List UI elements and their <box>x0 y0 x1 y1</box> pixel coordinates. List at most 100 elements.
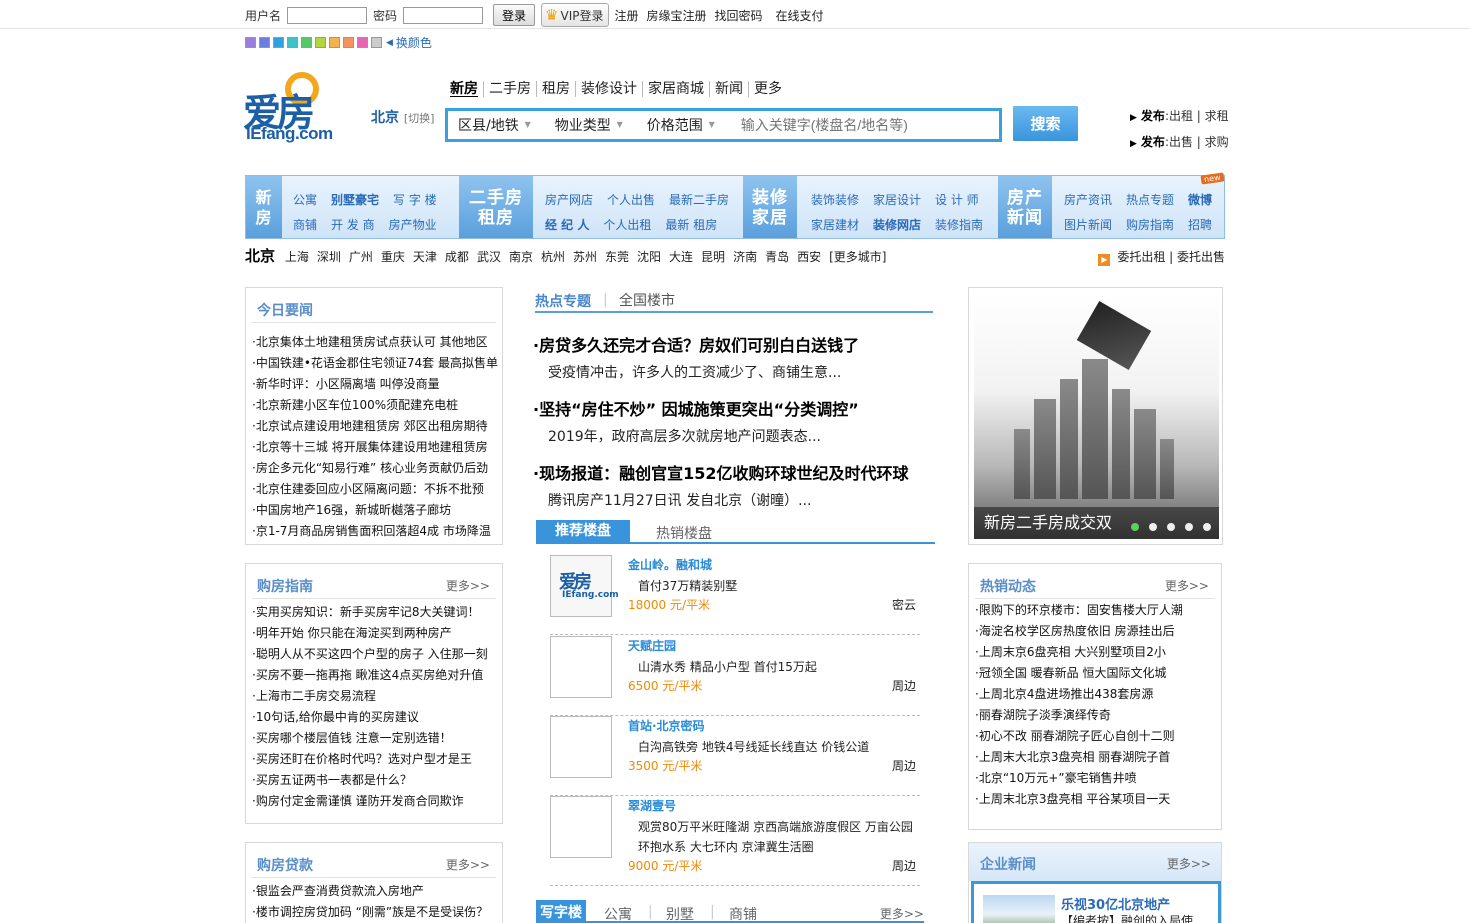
more-link[interactable]: 更多>> <box>1167 855 1211 872</box>
more-link[interactable]: 更多>> <box>880 905 924 922</box>
property-name[interactable]: 天赋庄园 <box>628 637 676 654</box>
headline-title[interactable]: ·房贷多久还完才合适？房奴们可别白白送钱了 <box>533 332 859 356</box>
channel-link[interactable]: 经 纪 人 <box>545 218 589 232</box>
city-selector[interactable]: 北京 [切换] <box>371 107 434 127</box>
list-item[interactable]: ·买房五证两书一表都是什么？ <box>252 770 488 791</box>
city-link[interactable]: 深圳 <box>317 250 341 264</box>
list-item[interactable]: ·冠领全国 暖春新品 恒大国际文化城 <box>975 663 1183 684</box>
channel-link[interactable]: 家居建材 <box>811 218 859 232</box>
channel-new-house[interactable]: 新房 <box>246 176 282 238</box>
nav-home-mall[interactable]: 家居商城 <box>643 81 710 97</box>
slider-dot[interactable] <box>1149 523 1157 531</box>
list-item[interactable]: ·楼市调控房贷加码 “刚需”族是不是受误伤？ <box>252 902 488 923</box>
channel-link[interactable]: 开 发 商 <box>331 218 375 232</box>
property-item[interactable]: 爱房 IEfang.com 金山岭。融和城 首付37万精装别墅 18000 元/… <box>550 555 920 635</box>
city-link[interactable]: 南京 <box>509 250 533 264</box>
list-item[interactable]: ·北京等十三城 将开展集体建设用地建租赁房 <box>252 437 498 458</box>
swatch[interactable] <box>301 37 312 48</box>
property-item[interactable]: 首站·北京密码 白沟高铁旁 地铁4号线延长线直达 价钱公道 3500 元/平米 … <box>550 716 920 796</box>
city-link[interactable]: 青岛 <box>765 250 789 264</box>
fangyuanbao-register-link[interactable]: 房缘宝注册 <box>647 7 707 24</box>
city-link[interactable]: 沈阳 <box>637 250 661 264</box>
channel-link[interactable]: 房产网店 <box>545 193 593 207</box>
channel-link[interactable]: 家居设计 <box>873 193 921 207</box>
property-item[interactable]: 天赋庄园 山清水秀 精品小户型 首付15万起 6500 元/平米 周边 <box>550 636 920 716</box>
property-type-dropdown[interactable]: 物业类型 ▼ <box>555 115 623 135</box>
channel-link[interactable]: 装修指南 <box>935 218 983 232</box>
channel-link[interactable]: 个人出售 <box>607 193 655 207</box>
city-link[interactable]: 重庆 <box>381 250 405 264</box>
channel-news[interactable]: 房产新闻 <box>998 176 1052 238</box>
channel-link[interactable]: 个人出租 <box>603 218 651 232</box>
news-thumbnail[interactable] <box>983 895 1055 923</box>
list-item[interactable]: ·上周末大北京3盘亮相 丽春湖院子首 <box>975 747 1183 768</box>
register-link[interactable]: 注册 <box>615 7 639 24</box>
headline-title[interactable]: ·现场报道：融创官宣152亿收购环球世纪及时代环球 <box>533 460 908 484</box>
vip-login-button[interactable]: ♛ VIP登录 <box>541 3 609 27</box>
channel-link[interactable]: 装修网店 <box>873 218 921 232</box>
more-link[interactable]: 更多>> <box>446 577 490 594</box>
channel-link[interactable]: 商铺 <box>293 218 317 232</box>
swatch[interactable] <box>273 37 284 48</box>
online-payment-link[interactable]: 在线支付 <box>776 7 824 24</box>
nav-new-house[interactable]: 新房 <box>450 81 484 97</box>
list-item[interactable]: ·北京试点建设用地建租赁房 郊区出租房期待 <box>252 416 498 437</box>
list-item[interactable]: ·聪明人从不买这四个户型的房子 入住那一刻 <box>252 644 488 665</box>
slider-dot[interactable] <box>1131 523 1139 531</box>
city-link[interactable]: 苏州 <box>573 250 597 264</box>
list-item[interactable]: ·银监会严查消费贷款流入房地产 <box>252 881 488 902</box>
channel-link[interactable]: 微博 <box>1188 193 1212 207</box>
list-item[interactable]: ·中国铁建•花语金郡住宅领证74套 最高拟售单 <box>252 353 498 374</box>
list-item[interactable]: ·10句话,给你最中肯的买房建议 <box>252 707 488 728</box>
headline-item[interactable]: ·坚持“房住不炒” 因城施策更突出“分类调控” 2019年，政府高层多次就房地产… <box>533 396 859 446</box>
list-item[interactable]: ·北京新建小区车位100%须配建充电桩 <box>252 395 498 416</box>
city-link[interactable]: 武汉 <box>477 250 501 264</box>
channel-link[interactable]: 图片新闻 <box>1064 218 1112 232</box>
recover-password-link[interactable]: 找回密码 <box>715 7 763 24</box>
channel-link[interactable]: 别墅豪宅 <box>331 193 379 207</box>
publish-sell-row[interactable]: ▶ 发布:出售 | 求购 <box>1130 130 1229 156</box>
headline-title[interactable]: ·坚持“房住不炒” 因城施策更突出“分类调控” <box>533 396 859 420</box>
tab-villa[interactable]: 别墅 <box>666 904 694 923</box>
tab-national-market[interactable]: 全国楼市 <box>619 290 675 310</box>
more-link[interactable]: 更多>> <box>1165 577 1209 594</box>
slider-dot[interactable] <box>1167 523 1175 531</box>
nav-second-hand[interactable]: 二手房 <box>484 81 537 97</box>
login-button[interactable]: 登录 <box>493 4 536 26</box>
city-link[interactable]: 成都 <box>445 250 469 264</box>
nav-decoration[interactable]: 装修设计 <box>576 81 643 97</box>
list-item[interactable]: ·实用买房知识：新手买房牢记8大关键词！ <box>252 602 488 623</box>
property-item[interactable]: 翠湖壹号 观赏80万平米旺隆湖 京西高端旅游度假区 万亩公园 环抱水系 大七环内 … <box>550 796 920 886</box>
channel-second-hand-rent[interactable]: 二手房租房 <box>459 176 533 238</box>
property-name[interactable]: 首站·北京密码 <box>628 717 705 734</box>
city-link[interactable]: 昆明 <box>701 250 725 264</box>
tab-office[interactable]: 写字楼 <box>536 900 586 923</box>
swatch[interactable] <box>329 37 340 48</box>
list-item[interactable]: ·买房哪个楼层值钱 注意一定别选错！ <box>252 728 488 749</box>
slider-image[interactable]: 新房二手房成交双 <box>974 293 1219 539</box>
list-item[interactable]: ·上周末京6盘亮相 大兴别墅项目2小 <box>975 642 1183 663</box>
tab-recommended[interactable]: 推荐楼盘 <box>536 520 630 542</box>
headline-item[interactable]: ·现场报道：融创官宣152亿收购环球世纪及时代环球 腾讯房产11月27日讯 发自… <box>533 460 908 510</box>
channel-decoration-home[interactable]: 装修家居 <box>743 176 797 238</box>
property-thumbnail[interactable] <box>550 636 612 698</box>
district-dropdown[interactable]: 区县/地铁 ▼ <box>458 115 531 135</box>
slider-dot[interactable] <box>1203 523 1211 531</box>
swatch[interactable] <box>343 37 354 48</box>
nav-rent[interactable]: 租房 <box>537 81 576 97</box>
channel-link[interactable]: 购房指南 <box>1126 218 1174 232</box>
swatch[interactable] <box>315 37 326 48</box>
channel-link[interactable]: 公寓 <box>293 193 317 207</box>
list-item[interactable]: ·上海市二手房交易流程 <box>252 686 488 707</box>
list-item[interactable]: ·新华时评：小区隔离墙 叫停没商量 <box>252 374 498 395</box>
swatch[interactable] <box>371 37 382 48</box>
channel-link[interactable]: 装饰装修 <box>811 193 859 207</box>
swatch[interactable] <box>259 37 270 48</box>
channel-link[interactable]: 最新 租房 <box>665 218 717 232</box>
list-item[interactable]: ·上周北京4盘进场推出438套房源 <box>975 684 1183 705</box>
list-item[interactable]: ·房企多元化“知易行难” 核心业务贡献仍后劲 <box>252 458 498 479</box>
list-item[interactable]: ·北京住建委回应小区隔离问题：不拆不批预 <box>252 479 498 500</box>
nav-more[interactable]: 更多 <box>749 81 787 97</box>
list-item[interactable]: ·京1-7月商品房销售面积回落超4成 市场降温 <box>252 521 498 542</box>
channel-link[interactable]: 最新二手房 <box>669 193 729 207</box>
